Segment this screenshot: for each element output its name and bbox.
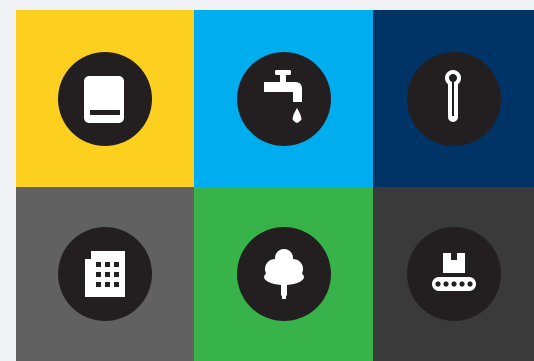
icon-circle (236, 227, 331, 321)
tile-tree[interactable] (194, 187, 373, 361)
icon-circle (406, 51, 501, 146)
icon-circle (58, 227, 152, 321)
icon-tile-grid (16, 10, 534, 361)
thermometer-icon (444, 69, 461, 122)
tile-water-tap[interactable] (194, 10, 373, 187)
icon-circle (58, 51, 152, 146)
tree-icon (263, 249, 304, 299)
water-tap-icon (263, 69, 302, 123)
tile-book[interactable] (16, 10, 194, 187)
tile-office-building[interactable] (16, 187, 194, 361)
book-icon (84, 75, 124, 123)
tile-thermometer[interactable] (373, 10, 534, 187)
office-building-icon (85, 251, 125, 297)
tile-conveyor-box[interactable] (373, 187, 534, 361)
icon-circle (406, 227, 501, 321)
icon-circle (236, 51, 331, 146)
conveyor-box-icon (431, 253, 476, 291)
